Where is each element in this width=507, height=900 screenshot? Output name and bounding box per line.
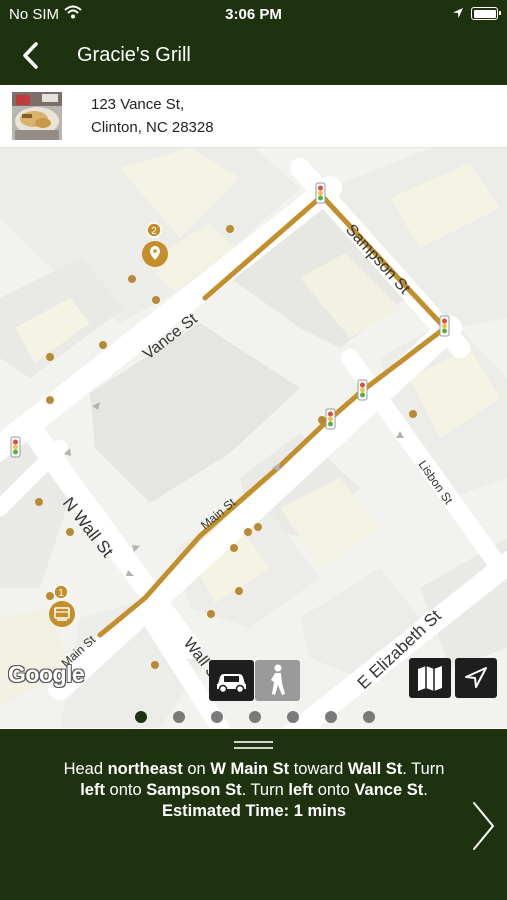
map-canvas: Vance St Sampson St N Wall St Main St Ma… [0, 148, 507, 728]
walking-mode-button[interactable] [255, 660, 300, 701]
directions-text-part: on [182, 760, 211, 778]
driving-mode-button[interactable] [209, 660, 254, 701]
origin-marker[interactable]: 1 [49, 584, 75, 627]
restaurant-thumbnail [12, 92, 62, 140]
pager-dot[interactable] [287, 711, 299, 723]
battery-icon [471, 7, 501, 20]
back-button[interactable] [18, 40, 48, 72]
status-bar: No SIM 3:06 PM [0, 0, 507, 28]
navigation-bar: Gracie's Grill [0, 28, 507, 85]
pager-dot[interactable] [211, 711, 223, 723]
turn-direction: left [80, 781, 105, 799]
address-line-1: 123 Vance St, [91, 96, 185, 113]
directions-text-part: onto [104, 781, 147, 799]
estimated-time: Estimated Time: 1 mins [161, 802, 346, 820]
clock: 3:06 PM [225, 6, 282, 23]
destination-marker-number: 2 [151, 226, 157, 237]
car-icon [217, 674, 246, 694]
drag-handle[interactable] [234, 741, 273, 749]
directions-text-part: Head [63, 760, 108, 778]
pager-dot[interactable] [325, 711, 337, 723]
directions-text-part: toward [289, 760, 348, 778]
street-name: Vance St [354, 781, 424, 799]
directions-text-part: . [423, 781, 428, 799]
directions-text-part: onto [313, 781, 355, 799]
turn-direction: left [288, 781, 314, 799]
directions-text: Head northeast on W Main St toward Wall … [52, 759, 456, 822]
page-title: Gracie's Grill [77, 44, 191, 66]
directions-panel: Head northeast on W Main St toward Wall … [0, 729, 507, 900]
pager-dot[interactable] [135, 711, 147, 723]
directions-text-part: . Turn [402, 760, 445, 778]
pager-dot[interactable] [249, 711, 261, 723]
walking-person-icon [271, 664, 285, 695]
pager-dot[interactable] [173, 711, 185, 723]
origin-marker-number: 1 [58, 588, 64, 599]
recenter-location-button[interactable] [455, 658, 497, 698]
google-attribution: Google [8, 661, 85, 687]
street-name: W Main St [210, 760, 290, 778]
route-map[interactable]: Vance St Sampson St N Wall St Main St Ma… [0, 148, 507, 728]
address-line-2: Clinton, NC 28328 [91, 119, 214, 136]
street-name: Sampson St [146, 781, 242, 799]
direction-heading: northeast [107, 760, 183, 778]
street-name: Wall St [347, 760, 403, 778]
chevron-right-icon [473, 802, 494, 850]
next-step-button[interactable] [469, 799, 497, 853]
directions-pager [0, 705, 507, 729]
pager-dot[interactable] [363, 711, 375, 723]
location-services-icon [452, 6, 464, 23]
map-layers-button[interactable] [409, 658, 451, 698]
chevron-left-icon [23, 42, 38, 69]
directions-text-part: . Turn [241, 781, 289, 799]
restaurant-address-row: 123 Vance St, Clinton, NC 28328 [0, 85, 507, 148]
navigation-arrow-icon [465, 667, 487, 688]
folded-map-icon [418, 666, 442, 691]
